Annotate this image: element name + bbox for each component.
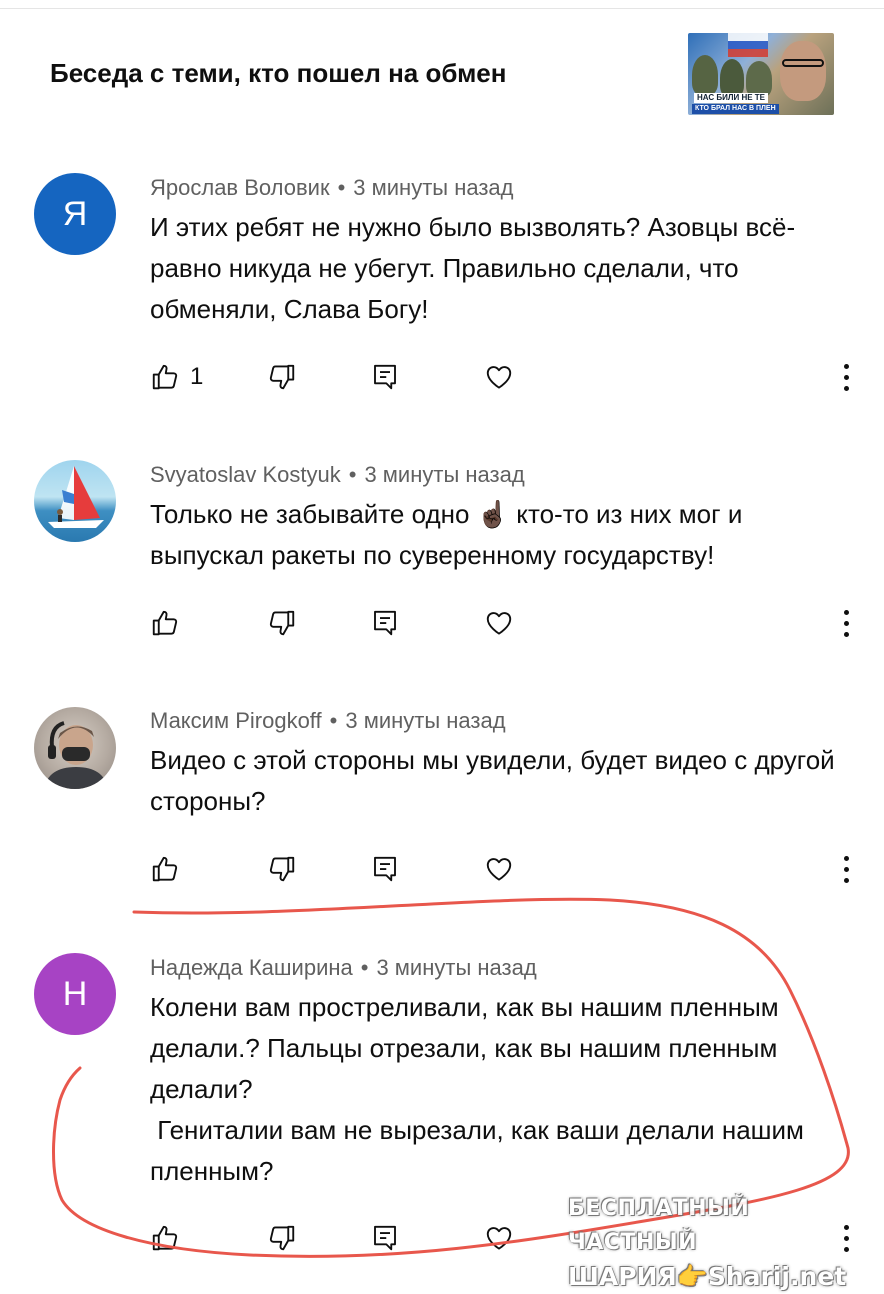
top-divider — [0, 8, 884, 9]
like-count: 1 — [190, 363, 204, 390]
heart-button[interactable] — [484, 357, 514, 397]
dislike-button[interactable] — [267, 1218, 297, 1258]
comment-author[interactable]: Максим Pirogkoff — [150, 708, 322, 733]
sailboat-picture — [48, 466, 104, 528]
dislike-icon — [269, 856, 295, 882]
heart-button[interactable] — [484, 1218, 514, 1258]
like-button[interactable]: 1 — [150, 357, 203, 397]
watermark-line: ШАРИЯ👉Sharij.net — [568, 1262, 847, 1291]
comment-meta: Надежда Каширина • 3 минуты назад — [150, 955, 537, 981]
dislike-icon — [269, 1225, 295, 1251]
comment-text: И этих ребят не нужно было вызволять? Аз… — [150, 212, 796, 324]
reply-button[interactable] — [370, 1218, 400, 1258]
reply-icon — [374, 1225, 396, 1251]
heart-icon — [486, 612, 512, 635]
like-icon — [152, 856, 178, 882]
soldier-figure — [692, 55, 718, 95]
dislike-button[interactable] — [267, 603, 297, 643]
heart-button[interactable] — [484, 603, 514, 643]
heart-icon — [486, 1227, 512, 1250]
watermark-line: БЕСПЛАТНЫЙ ЧАСТНЫЙ — [568, 1196, 750, 1255]
comment-text: Видео с этой стороны мы увидели, будет в… — [150, 745, 842, 816]
thumbnail-caption: КТО БРАЛ НАС В ПЛЕН — [692, 104, 779, 114]
heart-icon — [486, 858, 512, 881]
comment-actions — [0, 603, 884, 643]
avatar-letter: Н — [62, 974, 88, 1013]
comment-author[interactable]: Надежда Каширина — [150, 955, 353, 980]
avatar-letter: Я — [62, 194, 88, 233]
comment-actions — [0, 849, 884, 889]
video-thumbnail[interactable]: НАС БИЛИ НЕ ТЕ КТО БРАЛ НАС В ПЛЕН — [688, 33, 834, 115]
meta-separator: • — [329, 708, 338, 733]
dislike-button[interactable] — [267, 849, 297, 889]
comment-meta: Максим Pirogkoff • 3 минуты назад — [150, 708, 506, 734]
more-vert-icon[interactable] — [836, 603, 856, 643]
comment-text: Колени вам простреливали, как вы нашим п… — [150, 992, 804, 1186]
reply-button[interactable] — [370, 357, 400, 397]
comment-text: Только не забывайте одно ☝🏿 кто-то из ни… — [150, 499, 750, 570]
watermark: БЕСПЛАТНЫЙ ЧАСТНЫЙ ШАРИЯ👉Sharij.net — [568, 1192, 868, 1294]
heart-button[interactable] — [484, 849, 514, 889]
comment-actions: 1 — [0, 357, 884, 397]
like-icon — [152, 610, 178, 636]
like-icon — [152, 364, 178, 390]
like-button[interactable] — [150, 603, 180, 643]
dislike-button[interactable] — [267, 357, 297, 397]
avatar[interactable] — [34, 460, 116, 542]
like-icon — [152, 1225, 178, 1251]
meta-separator: • — [348, 462, 357, 487]
reply-icon — [374, 610, 396, 636]
meta-separator: • — [337, 175, 346, 200]
avatar[interactable] — [34, 707, 116, 789]
more-vert-icon[interactable] — [836, 357, 856, 397]
comment-author[interactable]: Svyatoslav Kostyuk — [150, 462, 341, 487]
avatar[interactable]: Н — [34, 953, 116, 1035]
reply-button[interactable] — [370, 603, 400, 643]
dislike-icon — [269, 610, 295, 636]
comment-time: 3 минуты назад — [376, 955, 537, 980]
video-title[interactable]: Беседа с теми, кто пошел на обмен — [50, 58, 506, 89]
person-photo — [44, 721, 108, 789]
flag-graphic — [728, 33, 768, 57]
like-button[interactable] — [150, 849, 180, 889]
comment-author[interactable]: Ярослав Воловик — [150, 175, 330, 200]
comment-time: 3 минуты назад — [353, 175, 514, 200]
like-button[interactable] — [150, 1218, 180, 1258]
soldier-figure — [720, 59, 744, 97]
dislike-icon — [269, 364, 295, 390]
comment-meta: Ярослав Воловик • 3 минуты назад — [150, 175, 514, 201]
reply-icon — [374, 364, 396, 390]
more-vert-icon[interactable] — [836, 849, 856, 889]
thumbnail-caption: НАС БИЛИ НЕ ТЕ — [694, 93, 768, 103]
reply-button[interactable] — [370, 849, 400, 889]
heart-icon — [486, 366, 512, 389]
comment-time: 3 минуты назад — [345, 708, 506, 733]
avatar[interactable]: Я — [34, 173, 116, 255]
glasses-graphic — [782, 59, 824, 67]
reply-icon — [374, 856, 396, 882]
comment-meta: Svyatoslav Kostyuk • 3 минуты назад — [150, 462, 525, 488]
soldier-figure — [746, 61, 772, 97]
meta-separator: • — [360, 955, 369, 980]
presenter-face — [780, 41, 826, 101]
comment-time: 3 минуты назад — [364, 462, 525, 487]
